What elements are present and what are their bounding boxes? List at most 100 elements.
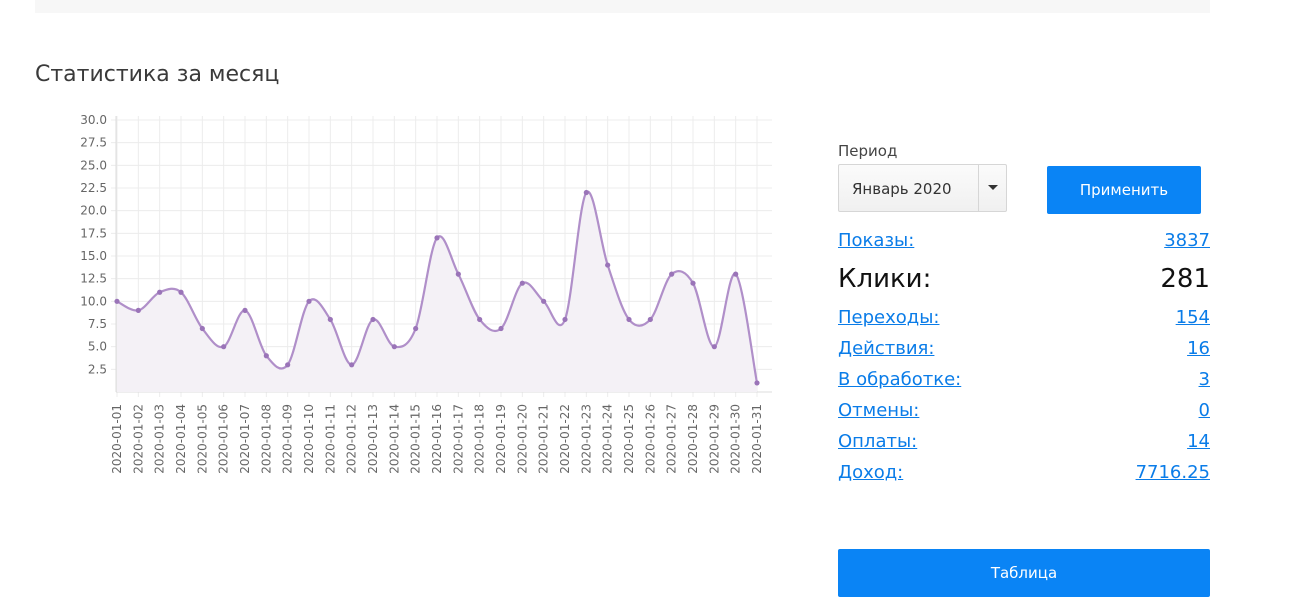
stat-actions: Действия: 16: [838, 336, 1210, 367]
stat-cancels-value[interactable]: 0: [1199, 400, 1210, 421]
data-point: [135, 307, 141, 313]
data-point: [583, 189, 589, 196]
stat-actions-label[interactable]: Действия:: [838, 338, 934, 359]
stat-transitions-value[interactable]: 154: [1176, 307, 1210, 328]
caret-down-icon[interactable]: [978, 165, 1006, 211]
data-point: [178, 289, 184, 295]
x-tick-label: 2020-01-29: [707, 404, 721, 474]
stat-transitions: Переходы: 154: [838, 305, 1210, 336]
stat-clicks-value: 281: [1160, 264, 1210, 294]
table-button[interactable]: Таблица: [838, 549, 1210, 597]
stat-shows: Показы: 3837: [838, 228, 1210, 259]
data-point: [754, 380, 760, 386]
x-tick-label: 2020-01-27: [665, 404, 679, 474]
data-point: [562, 316, 568, 323]
data-point: [157, 289, 163, 295]
data-point: [199, 325, 205, 332]
data-point: [626, 316, 632, 323]
data-point: [605, 262, 611, 268]
x-tick-label: 2020-01-14: [387, 404, 401, 474]
x-tick-label: 2020-01-10: [302, 404, 316, 474]
x-tick-label: 2020-01-12: [345, 404, 359, 474]
section-title: Статистика за месяц: [35, 62, 280, 87]
data-point: [263, 353, 269, 359]
stat-payments-value[interactable]: 14: [1187, 431, 1210, 452]
period-select[interactable]: Январь 2020: [838, 164, 1007, 212]
x-tick-label: 2020-01-20: [515, 404, 529, 474]
x-tick-label: 2020-01-26: [643, 404, 657, 474]
x-tick-label: 2020-01-22: [558, 404, 572, 474]
x-tick-label: 2020-01-01: [110, 404, 124, 474]
clicks-chart: 2.5 5.0 7.5 10.0 12.5 15.0 17.5 20.0 22.5 25.0 27.…: [80, 113, 772, 474]
x-tick-label: 2020-01-18: [473, 404, 487, 474]
x-tick-label: 2020-01-21: [537, 404, 551, 474]
stat-cancels-label[interactable]: Отмены:: [838, 400, 919, 421]
data-point: [114, 298, 120, 304]
x-tick-label: 2020-01-03: [153, 404, 167, 474]
top-strip: [35, 0, 1210, 13]
x-tick-label: 2020-01-30: [729, 404, 743, 474]
y-tick-label: 10.0: [80, 294, 107, 308]
stat-processing: В обработке: 3: [838, 367, 1210, 398]
x-tick-label: 2020-01-02: [131, 404, 145, 474]
stat-transitions-label[interactable]: Переходы:: [838, 307, 940, 328]
x-tick-label: 2020-01-17: [451, 404, 465, 474]
data-point: [285, 362, 291, 368]
y-tick-label: 15.0: [80, 249, 107, 263]
data-point: [690, 280, 696, 286]
data-point: [221, 344, 227, 350]
data-point: [498, 325, 504, 332]
x-tick-label: 2020-01-31: [750, 404, 764, 474]
x-tick-label: 2020-01-13: [366, 404, 380, 474]
x-tick-label: 2020-01-25: [622, 404, 636, 474]
data-point: [306, 298, 312, 304]
stat-income: Доход: 7716.25: [838, 460, 1210, 491]
y-tick-label: 5.0: [88, 340, 107, 354]
data-point: [413, 325, 419, 332]
stat-income-label[interactable]: Доход:: [838, 462, 903, 483]
data-point: [327, 316, 333, 323]
data-point: [541, 298, 547, 304]
stats-list: Показы: 3837 Клики: 281 Переходы: 154 Де…: [838, 228, 1210, 491]
x-tick-label: 2020-01-05: [195, 404, 209, 474]
stat-cancels: Отмены: 0: [838, 398, 1210, 429]
apply-button[interactable]: Применить: [1047, 166, 1201, 214]
x-tick-label: 2020-01-06: [217, 404, 231, 474]
y-tick-label: 2.5: [88, 362, 107, 376]
stat-processing-value[interactable]: 3: [1199, 369, 1210, 390]
x-tick-label: 2020-01-24: [601, 404, 615, 474]
stat-income-value[interactable]: 7716.25: [1136, 462, 1210, 483]
x-tick-label: 2020-01-08: [259, 404, 273, 474]
data-point: [349, 362, 355, 368]
data-point: [455, 271, 461, 277]
data-point: [669, 271, 675, 277]
y-tick-label: 17.5: [80, 226, 107, 240]
stat-shows-label[interactable]: Показы:: [838, 230, 914, 251]
y-tick-label: 22.5: [80, 181, 107, 195]
x-tick-label: 2020-01-28: [686, 404, 700, 474]
x-tick-label: 2020-01-16: [430, 404, 444, 474]
stat-payments: Оплаты: 14: [838, 429, 1210, 460]
y-tick-label: 30.0: [80, 113, 107, 127]
period-select-value: Январь 2020: [852, 180, 952, 198]
data-point: [711, 344, 717, 350]
data-point: [391, 344, 397, 350]
y-tick-label: 7.5: [88, 317, 107, 331]
stat-payments-label[interactable]: Оплаты:: [838, 431, 917, 452]
x-tick-label: 2020-01-23: [579, 404, 593, 474]
data-point: [370, 316, 376, 323]
data-point: [647, 316, 653, 323]
data-point: [477, 316, 483, 323]
stat-processing-label[interactable]: В обработке:: [838, 369, 961, 390]
data-point: [519, 280, 525, 286]
stat-actions-value[interactable]: 16: [1187, 338, 1210, 359]
stat-shows-value[interactable]: 3837: [1164, 230, 1210, 251]
x-tick-label: 2020-01-04: [174, 404, 188, 474]
period-label: Период: [838, 142, 898, 160]
data-point: [434, 235, 440, 241]
y-tick-label: 12.5: [80, 272, 107, 286]
x-tick-label: 2020-01-09: [281, 404, 295, 474]
data-point: [733, 271, 739, 277]
x-tick-label: 2020-01-07: [238, 404, 252, 474]
x-tick-label: 2020-01-11: [323, 404, 337, 474]
